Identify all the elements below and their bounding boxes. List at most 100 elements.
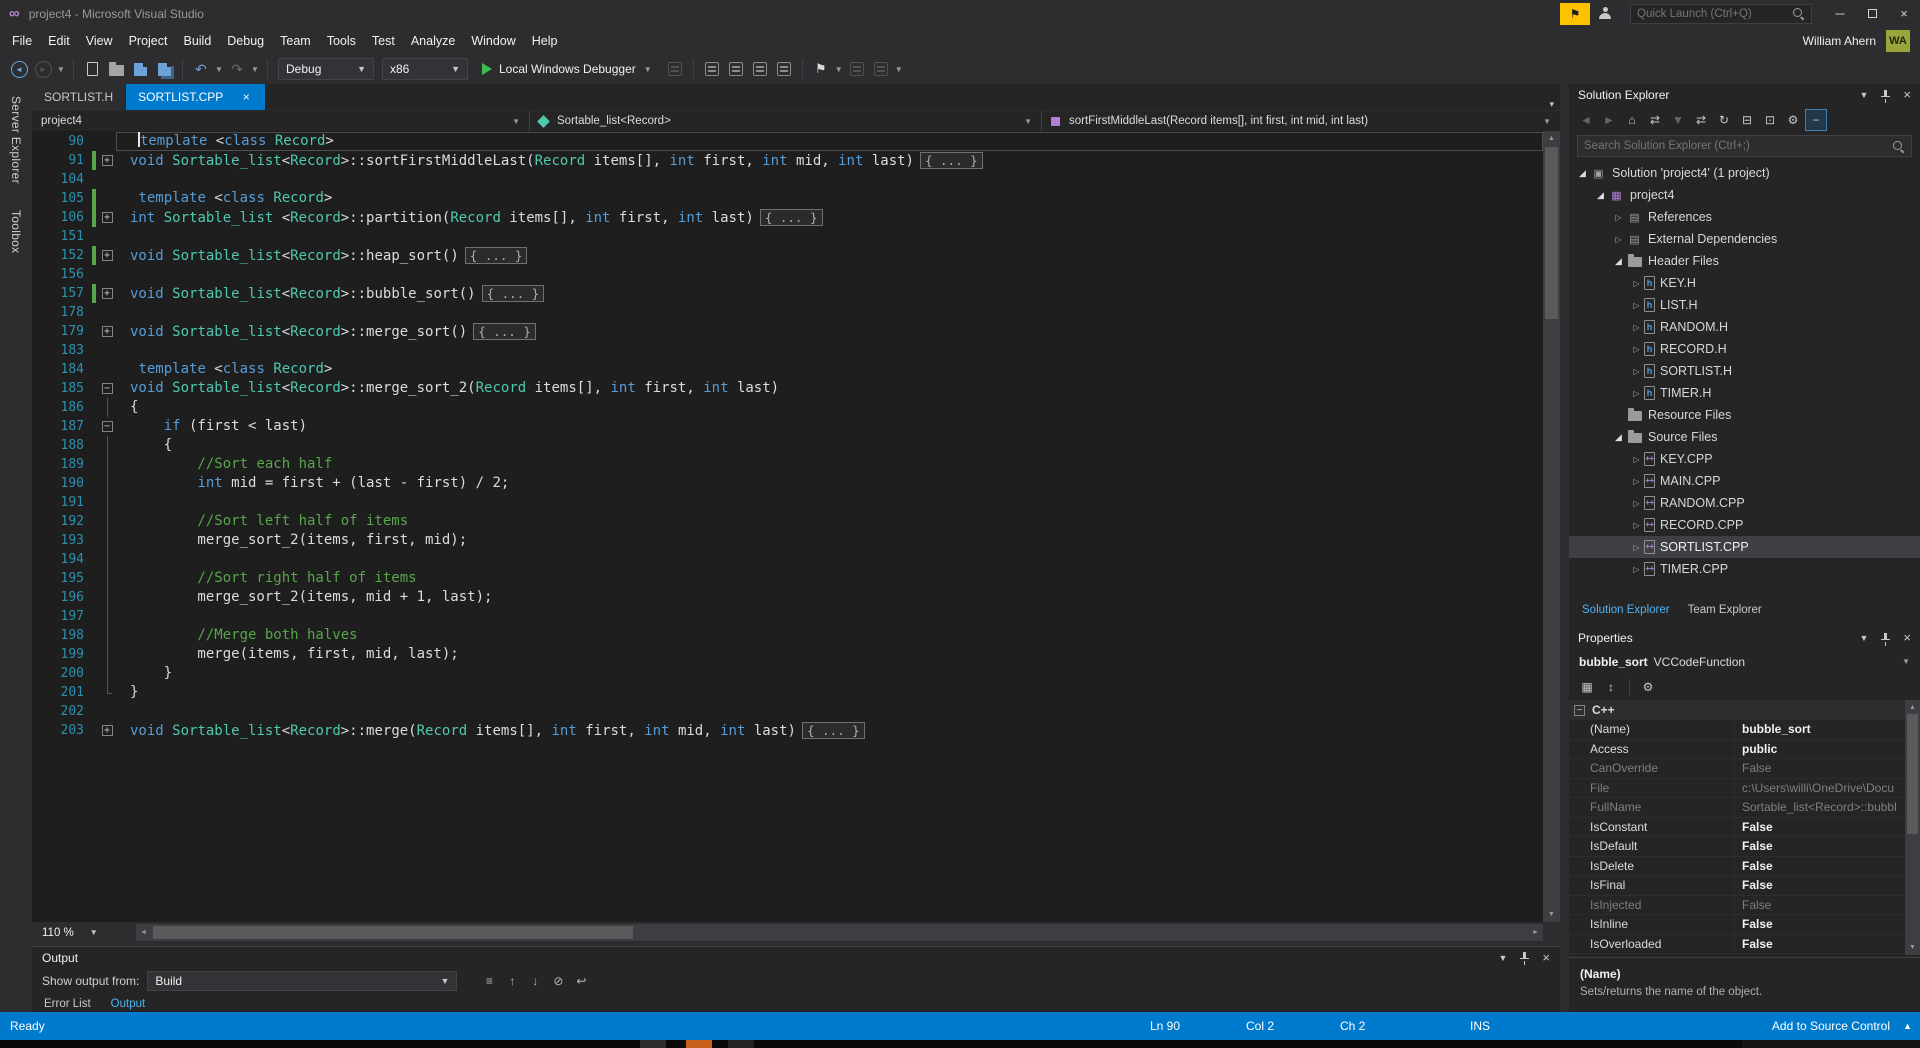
- code-line-196[interactable]: 196 merge_sort_2(items, mid + 1, last);: [32, 588, 1543, 607]
- display-quick-info-icon[interactable]: [749, 57, 771, 81]
- save-icon[interactable]: [129, 57, 151, 81]
- tree-item-sortlist-h[interactable]: ▷ h SORTLIST.H: [1569, 360, 1920, 382]
- properties-scrollbar[interactable]: ▲ ▼: [1905, 700, 1920, 955]
- menu-edit[interactable]: Edit: [40, 30, 78, 52]
- expand-icon[interactable]: ▷: [1629, 521, 1644, 530]
- tab-sortlist-cpp[interactable]: SORTLIST.CPP ×: [126, 84, 266, 110]
- tree-item-record-cpp[interactable]: ▷ ++ RECORD.CPP: [1569, 514, 1920, 536]
- properties-icon[interactable]: ⚙: [1782, 109, 1804, 131]
- display-member-list-icon[interactable]: [701, 57, 723, 81]
- code-line-197[interactable]: 197: [32, 607, 1543, 626]
- code-line-186[interactable]: 186 {: [32, 398, 1543, 417]
- type-dropdown[interactable]: Sortable_list<Record> ▼: [530, 111, 1042, 131]
- expand-region-icon[interactable]: +: [98, 246, 116, 265]
- zoom-select[interactable]: 110 % ▼: [32, 922, 108, 943]
- refresh-icon[interactable]: ↻: [1713, 109, 1735, 131]
- solution-platforms-select[interactable]: x86 ▼: [382, 58, 468, 80]
- tree-item-main-cpp[interactable]: ▷ ++ MAIN.CPP: [1569, 470, 1920, 492]
- go-to-previous-message-icon[interactable]: ↑: [502, 971, 522, 991]
- menu-debug[interactable]: Debug: [219, 30, 272, 52]
- tree-item-sortlist-cpp[interactable]: ▷ ++ SORTLIST.CPP: [1569, 536, 1920, 558]
- code-line-189[interactable]: 189 //Sort each half: [32, 455, 1543, 474]
- show-all-files-icon[interactable]: ⊡: [1759, 109, 1781, 131]
- close-tab-icon[interactable]: ×: [239, 90, 253, 104]
- close-button[interactable]: ×: [1888, 0, 1920, 27]
- code-line-183[interactable]: 183: [32, 341, 1543, 360]
- tool-tab-team-explorer[interactable]: Team Explorer: [1679, 598, 1771, 622]
- code-line-194[interactable]: 194: [32, 550, 1543, 569]
- taskbar-item[interactable]: [728, 1040, 754, 1048]
- code-line-200[interactable]: 200 }: [32, 664, 1543, 683]
- find-message-icon[interactable]: ≡: [479, 971, 499, 991]
- window-position-icon[interactable]: ▼: [1859, 633, 1868, 643]
- close-icon[interactable]: ×: [1903, 631, 1911, 644]
- scroll-down-icon[interactable]: ▼: [1905, 940, 1920, 955]
- code-editor[interactable]: 90 template <class Record> 91 + void Sortab…: [32, 131, 1543, 922]
- collapse-category-icon[interactable]: −: [1574, 704, 1585, 716]
- tree-item-external-dependencies[interactable]: ▷ ▤ External Dependencies: [1569, 228, 1920, 250]
- expand-region-icon[interactable]: +: [98, 284, 116, 303]
- property-value[interactable]: False: [1735, 896, 1905, 915]
- window-position-icon[interactable]: ▼: [1498, 953, 1507, 963]
- tree-item-header-files[interactable]: ◢ Header Files: [1569, 250, 1920, 272]
- undo-icon[interactable]: ↶: [190, 57, 212, 81]
- close-icon[interactable]: ×: [1542, 951, 1550, 964]
- tree-item-timer-h[interactable]: ▷ h TIMER.H: [1569, 382, 1920, 404]
- property-value[interactable]: public: [1735, 740, 1905, 759]
- project-dropdown[interactable]: project4 ▼: [32, 111, 530, 131]
- properties-object-select[interactable]: bubble_sort VCCodeFunction ▼: [1569, 649, 1920, 674]
- notifications-flag-icon[interactable]: ⚑: [1560, 2, 1590, 25]
- expand-icon[interactable]: ▷: [1611, 213, 1626, 222]
- panel-splitter[interactable]: [1560, 84, 1569, 1012]
- display-parameter-info-icon[interactable]: [725, 57, 747, 81]
- pin-icon[interactable]: [1880, 89, 1891, 102]
- menu-build[interactable]: Build: [175, 30, 219, 52]
- expand-icon[interactable]: ▷: [1629, 367, 1644, 376]
- code-line-202[interactable]: 202: [32, 702, 1543, 721]
- code-line-188[interactable]: 188 {: [32, 436, 1543, 455]
- expand-icon[interactable]: ▷: [1629, 455, 1644, 464]
- expand-icon[interactable]: ▷: [1629, 477, 1644, 486]
- feedback-icon[interactable]: [1598, 7, 1612, 20]
- solution-configurations-select[interactable]: Debug ▼: [278, 58, 374, 80]
- tree-item-key-h[interactable]: ▷ h KEY.H: [1569, 272, 1920, 294]
- expand-icon[interactable]: ▷: [1629, 499, 1644, 508]
- tree-item-source-files[interactable]: ◢ Source Files: [1569, 426, 1920, 448]
- scroll-up-icon[interactable]: ▲: [1905, 700, 1920, 715]
- redo-icon[interactable]: ↷: [226, 57, 248, 81]
- start-debugging-button[interactable]: Local Windows Debugger ▼: [473, 57, 662, 81]
- code-line-199[interactable]: 199 merge(items, first, mid, last);: [32, 645, 1543, 664]
- property-value[interactable]: False: [1735, 759, 1905, 778]
- close-icon[interactable]: ×: [1903, 88, 1911, 101]
- solution-explorer-search-input[interactable]: [1584, 140, 1892, 152]
- editor-horizontal-scrollbar[interactable]: ◄ ►: [136, 924, 1543, 941]
- pin-icon[interactable]: [1519, 951, 1530, 964]
- collapse-all-icon[interactable]: ⊟: [1736, 109, 1758, 131]
- expand-region-icon[interactable]: +: [98, 208, 116, 227]
- collapse-icon[interactable]: ◢: [1611, 432, 1626, 443]
- menu-view[interactable]: View: [78, 30, 121, 52]
- source-control-expand-icon[interactable]: ▲: [1903, 1012, 1912, 1040]
- taskbar-item[interactable]: [686, 1040, 712, 1048]
- quick-launch-input[interactable]: [1637, 7, 1792, 20]
- menu-test[interactable]: Test: [364, 30, 403, 52]
- code-line-105[interactable]: 105 template <class Record>: [32, 189, 1543, 208]
- expand-icon[interactable]: ▷: [1629, 279, 1644, 288]
- property-value[interactable]: bubble_sort: [1735, 720, 1905, 739]
- code-line-198[interactable]: 198 //Merge both halves: [32, 626, 1543, 645]
- collapse-region-icon[interactable]: −: [98, 379, 116, 398]
- code-line-185[interactable]: 185− void Sortable_list<Record>::merge_so…: [32, 379, 1543, 398]
- expand-region-icon[interactable]: +: [98, 322, 116, 341]
- sidebar-tab-server-explorer[interactable]: Server Explorer: [9, 96, 23, 184]
- save-all-icon[interactable]: [153, 57, 175, 81]
- previous-bookmark-icon[interactable]: [846, 57, 868, 81]
- dropdown-caret-icon[interactable]: ▼: [834, 57, 844, 81]
- dropdown-caret-icon[interactable]: ▼: [894, 57, 904, 81]
- dropdown-caret-icon[interactable]: ▼: [56, 57, 66, 81]
- code-line-179[interactable]: 179 + void Sortable_list<Record>::merge_so…: [32, 322, 1543, 341]
- code-line-157[interactable]: 157 + void Sortable_list<Record>::bubble_s…: [32, 284, 1543, 303]
- tool-tab-error-list[interactable]: Error List: [34, 994, 101, 1013]
- expand-icon[interactable]: ▷: [1629, 565, 1644, 574]
- menu-help[interactable]: Help: [524, 30, 566, 52]
- tree-item-references[interactable]: ▷ ▤ References: [1569, 206, 1920, 228]
